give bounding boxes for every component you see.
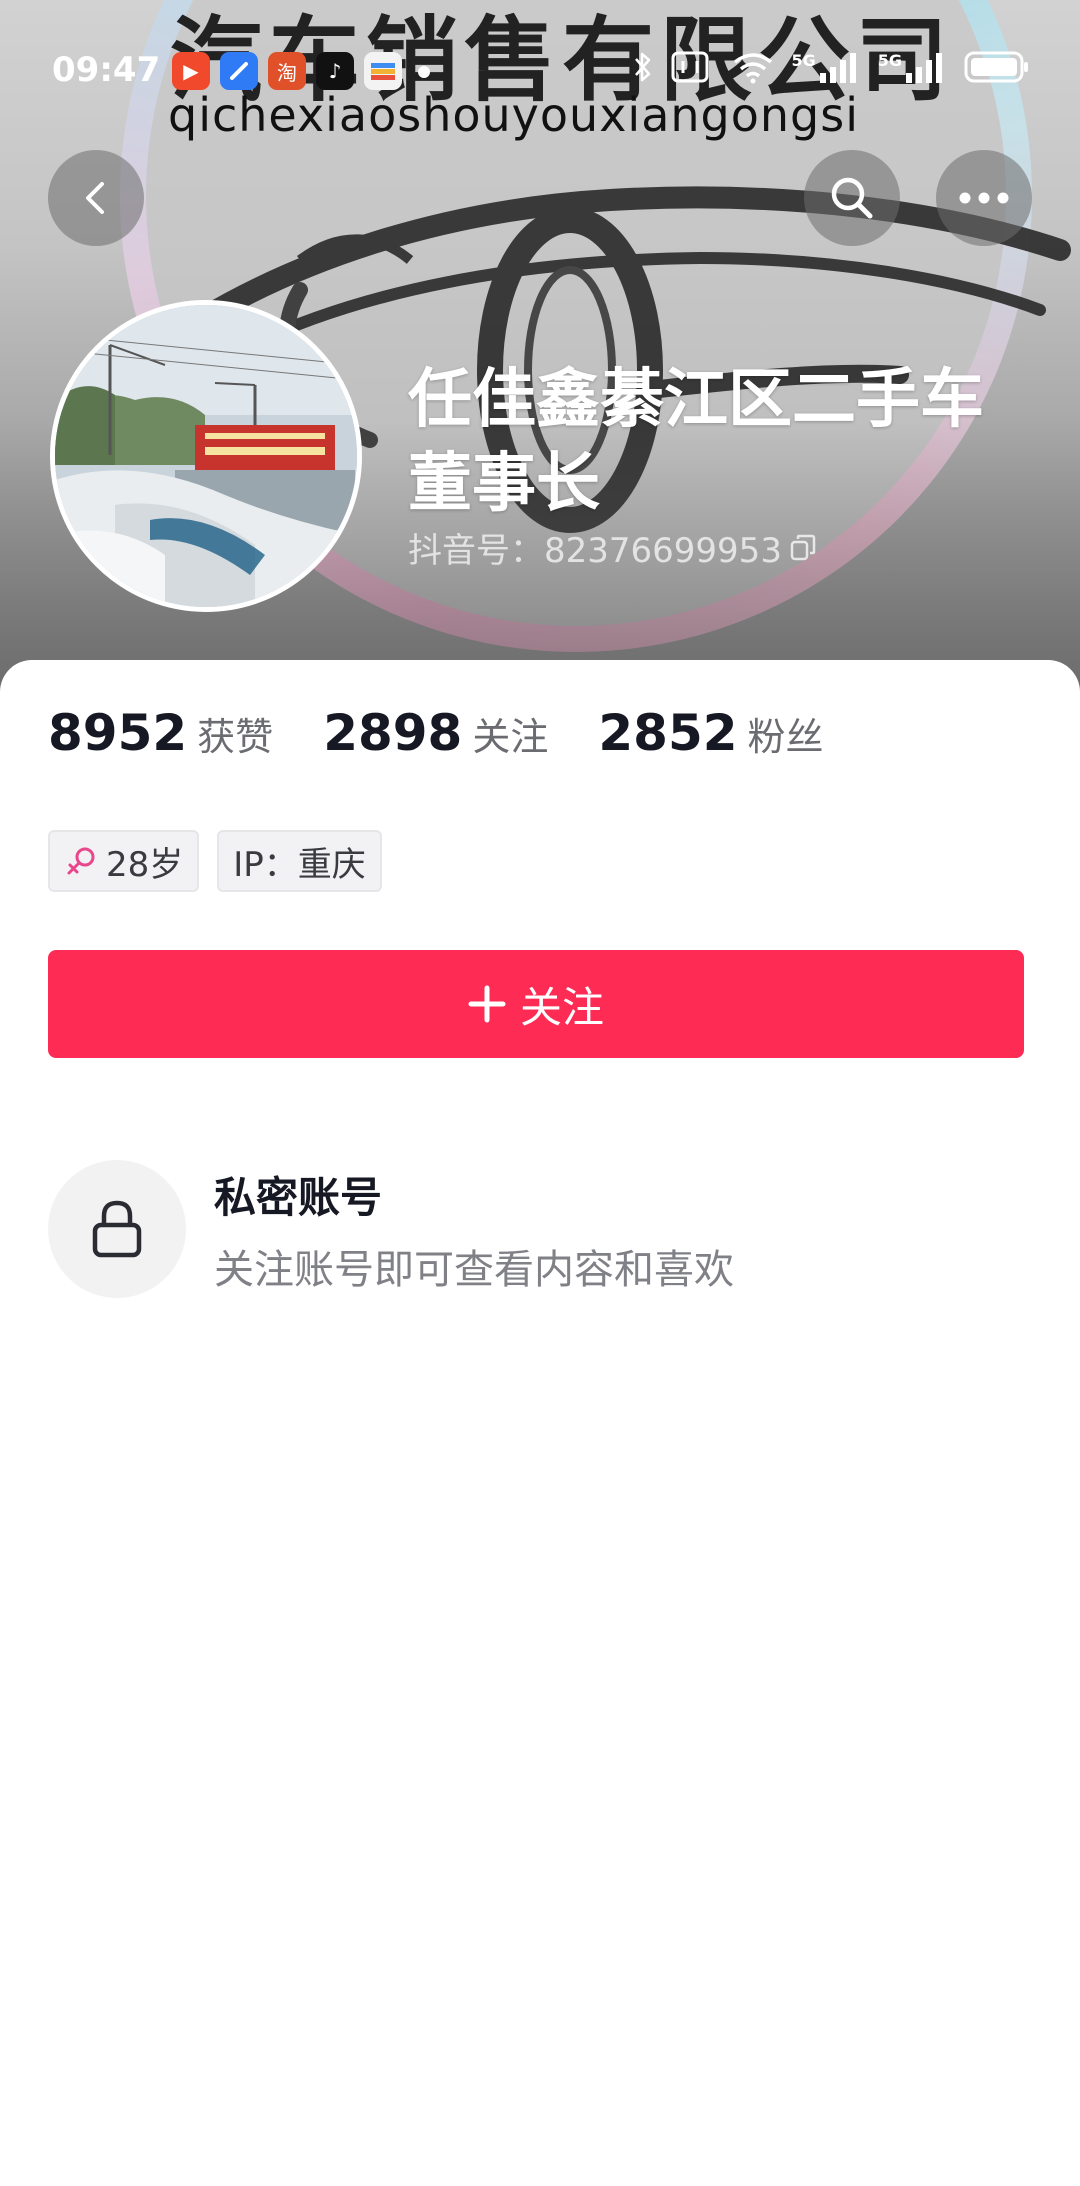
network-label-2: 5G xyxy=(877,51,902,70)
play-app-icon: ▶ xyxy=(172,52,210,90)
wifi-icon xyxy=(734,53,773,84)
avatar[interactable] xyxy=(50,300,362,612)
plus-icon xyxy=(468,985,506,1023)
signal-icon-2 xyxy=(906,53,942,83)
stats-row: 8952 获赞 2898 关注 2852 粉丝 xyxy=(48,704,874,762)
network-label-1: 5G xyxy=(791,51,816,70)
age-text: 28岁 xyxy=(106,844,184,885)
douyin-id-text: 抖音号：82376699953 xyxy=(408,531,782,571)
more-dots-icon xyxy=(959,192,1009,204)
profile-name-line1: 任佳鑫綦江区二手车 xyxy=(408,363,984,437)
female-icon xyxy=(67,847,95,875)
signal-icon xyxy=(819,53,856,83)
stat-label: 粉丝 xyxy=(747,715,824,759)
copy-icon[interactable] xyxy=(788,533,818,563)
profile-card: 8952 获赞 2898 关注 2852 粉丝 28岁 IP：重庆 关注 私密账… xyxy=(0,660,1080,2186)
nfc-icon xyxy=(671,51,709,83)
blue-app-icon xyxy=(220,52,258,90)
follow-button-label: 关注 xyxy=(519,982,604,1032)
age-tag: 28岁 xyxy=(48,830,200,892)
lock-badge xyxy=(48,1160,186,1298)
back-button[interactable] xyxy=(48,150,144,246)
bluetooth-icon xyxy=(635,52,651,82)
taobao-app-icon: 淘 xyxy=(268,52,306,90)
douyin-id[interactable]: 抖音号：82376699953 xyxy=(408,523,818,572)
stat-followers[interactable]: 2852 粉丝 xyxy=(598,704,823,762)
wallet-app-icon xyxy=(364,52,402,90)
status-bar: 09:47 ▶ 淘 ♪ 5G 5G xyxy=(0,0,1080,140)
profile-name-line2: 董事长 xyxy=(408,447,600,521)
stat-likes[interactable]: 8952 获赞 xyxy=(48,704,273,762)
stat-label: 关注 xyxy=(472,715,549,759)
stat-label: 获赞 xyxy=(197,715,274,759)
private-account-title: 私密账号 xyxy=(214,1172,383,1222)
stat-value: 8952 xyxy=(48,704,188,762)
private-account-description: 关注账号即可查看内容和喜欢 xyxy=(214,1246,734,1293)
lock-icon xyxy=(92,1200,142,1258)
avatar-photo xyxy=(55,305,357,607)
ip-tag: IP：重庆 xyxy=(217,830,382,892)
follow-button[interactable]: 关注 xyxy=(48,950,1024,1058)
stat-value: 2898 xyxy=(323,704,463,762)
chevron-left-icon xyxy=(86,182,104,214)
search-button[interactable] xyxy=(804,150,900,246)
status-right-group: 5G 5G xyxy=(631,50,1030,84)
stat-following[interactable]: 2898 关注 xyxy=(323,704,548,762)
status-time: 09:47 xyxy=(52,50,161,90)
profile-tags: 28岁 IP：重庆 xyxy=(48,830,382,892)
tiktok-app-icon: ♪ xyxy=(316,52,354,90)
search-icon xyxy=(831,177,873,219)
battery-icon xyxy=(964,51,1028,83)
notification-dot-icon xyxy=(418,66,430,78)
ip-text: IP：重庆 xyxy=(233,844,366,885)
private-account-notice: 私密账号 关注账号即可查看内容和喜欢 xyxy=(48,1160,734,1298)
more-button[interactable] xyxy=(936,150,1032,246)
stat-value: 2852 xyxy=(598,704,738,762)
